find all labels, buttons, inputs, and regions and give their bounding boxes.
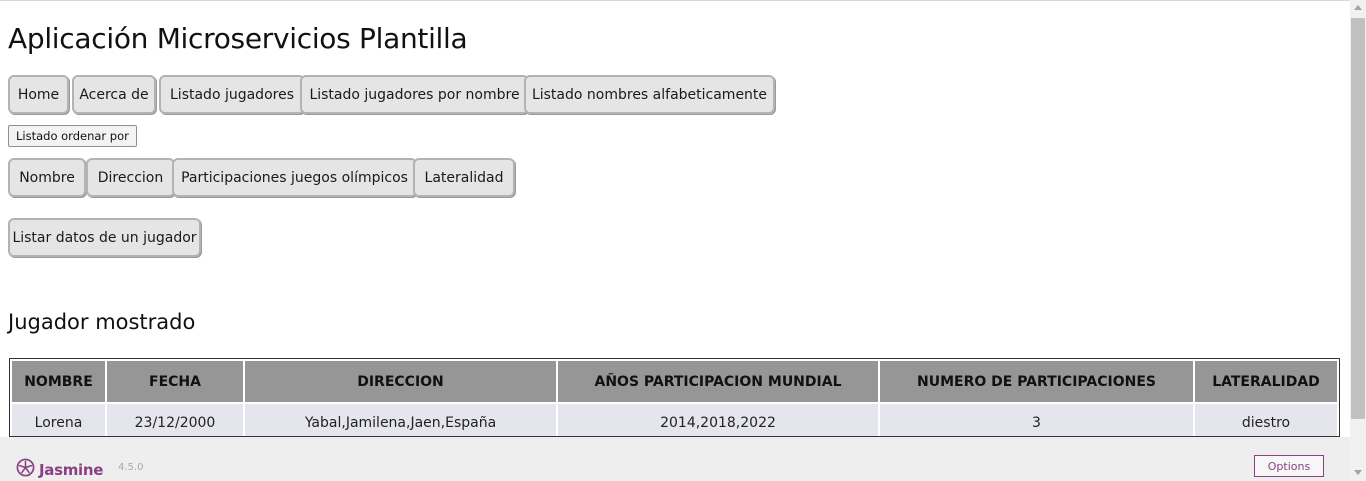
jasmine-version: 4.5.0 — [118, 462, 144, 473]
column-header-laterality: LATERALIDAD — [1195, 361, 1337, 402]
player-table: NOMBRE FECHA DIRECCION AÑOS PARTICIPACIO… — [9, 358, 1340, 437]
jasmine-footer — [0, 437, 1350, 481]
order-by-button[interactable]: Listado ordenar por — [8, 125, 137, 147]
order-address-button[interactable]: Direccion — [86, 158, 175, 197]
column-header-name: NOMBRE — [12, 361, 105, 402]
page-title: Aplicación Microservicios Plantilla — [8, 22, 468, 55]
table-header-row: NOMBRE FECHA DIRECCION AÑOS PARTICIPACIO… — [12, 361, 1337, 402]
column-header-address: DIRECCION — [245, 361, 556, 402]
column-header-participations: NUMERO DE PARTICIPACIONES — [880, 361, 1193, 402]
cell-participations: 3 — [880, 404, 1193, 436]
column-header-date: FECHA — [107, 361, 243, 402]
nav-names-alphabetical-button[interactable]: Listado nombres alfabeticamente — [524, 75, 775, 114]
table-row: Lorena 23/12/2000 Yabal,Jamilena,Jaen,Es… — [12, 404, 1337, 436]
scroll-down-arrow-icon[interactable] — [1354, 470, 1362, 475]
top-border — [0, 0, 1350, 1]
cell-world-cup-years: 2014,2018,2022 — [558, 404, 878, 436]
scrollbar-thumb[interactable] — [1351, 18, 1365, 419]
column-header-world-cup-years: AÑOS PARTICIPACION MUNDIAL — [558, 361, 878, 402]
section-title: Jugador mostrado — [8, 310, 196, 334]
cell-laterality: diestro — [1195, 404, 1337, 436]
order-laterality-button[interactable]: Lateralidad — [413, 158, 515, 197]
nav-players-list-button[interactable]: Listado jugadores — [159, 75, 305, 114]
order-name-button[interactable]: Nombre — [8, 158, 86, 197]
jasmine-flower-icon — [16, 458, 35, 481]
nav-home-button[interactable]: Home — [8, 75, 69, 114]
jasmine-logo: Jasmine — [16, 458, 103, 481]
nav-about-button[interactable]: Acerca de — [72, 75, 156, 114]
options-button[interactable]: Options — [1254, 455, 1324, 477]
cell-address: Yabal,Jamilena,Jaen,España — [245, 404, 556, 436]
cell-date: 23/12/2000 — [107, 404, 243, 436]
scroll-up-arrow-icon[interactable] — [1354, 5, 1362, 10]
order-olympic-participations-button[interactable]: Participaciones juegos olímpicos — [172, 158, 417, 197]
jasmine-logo-text: Jasmine — [39, 460, 104, 479]
nav-players-by-name-button[interactable]: Listado jugadores por nombre — [300, 75, 529, 114]
list-player-data-button[interactable]: Listar datos de un jugador — [8, 218, 201, 257]
cell-name: Lorena — [12, 404, 105, 436]
